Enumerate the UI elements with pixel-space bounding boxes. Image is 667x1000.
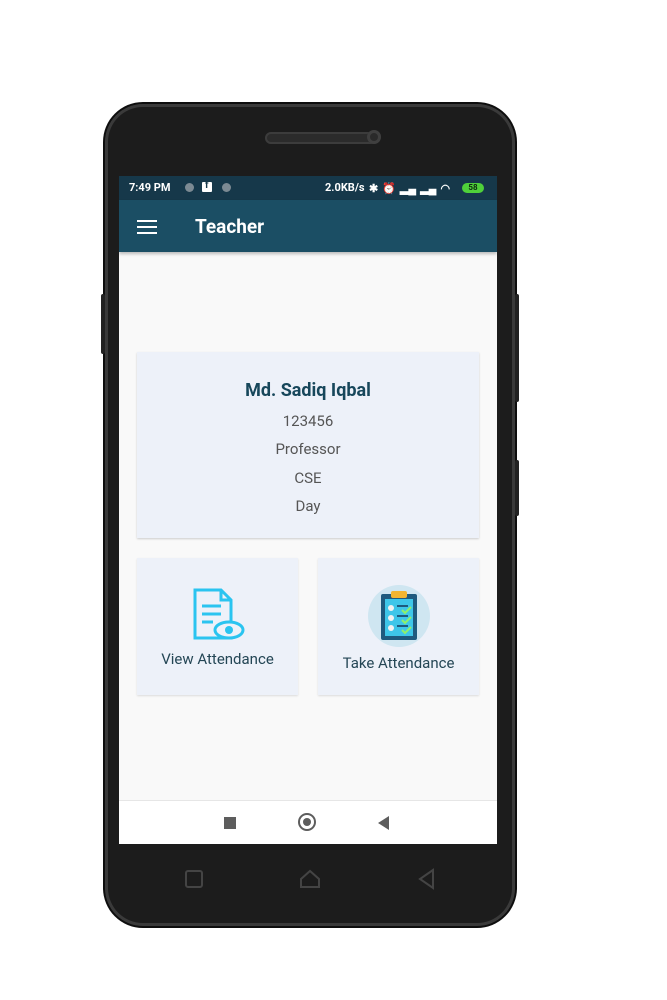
notification-dot-icon (222, 183, 231, 192)
front-camera (367, 130, 381, 144)
hardware-square-icon (185, 870, 203, 888)
clipboard-checklist-icon (368, 585, 430, 647)
recent-apps-square-icon[interactable] (224, 817, 236, 829)
phone-frame: 7:49 PM f 2.0KB/s ✱ ⏰ ▂▄ ▂▄ ◠ 58 Teacher… (101, 104, 519, 926)
back-triangle-icon[interactable] (378, 816, 389, 830)
signal-icon-2: ▂▄ (420, 181, 437, 195)
teacher-id: 123456 (282, 412, 334, 430)
teacher-shift: Day (295, 497, 321, 515)
notification-dot-icon (185, 183, 194, 192)
status-time: 7:49 PM (129, 181, 171, 194)
app-bar: Teacher (119, 200, 497, 252)
view-attendance-button[interactable]: View Attendance (137, 558, 298, 695)
android-nav-bar (119, 800, 497, 844)
bluetooth-icon: ✱ (369, 181, 379, 195)
profile-card: Md. Sadiq Iqbal 123456 Professor CSE Day (137, 352, 479, 538)
facebook-icon: f (202, 180, 212, 192)
hamburger-menu-icon[interactable] (137, 220, 157, 234)
side-button (515, 294, 519, 402)
teacher-name: Md. Sadiq Iqbal (245, 380, 371, 401)
alarm-icon: ⏰ (382, 181, 396, 195)
wifi-icon: ◠ (440, 181, 451, 195)
battery-icon: 58 (462, 183, 484, 193)
teacher-department: CSE (294, 469, 322, 487)
take-attendance-button[interactable]: Take Attendance (318, 558, 479, 695)
status-bar: 7:49 PM f 2.0KB/s ✱ ⏰ ▂▄ ▂▄ ◠ 58 (119, 176, 497, 200)
hardware-back-icon (418, 868, 434, 890)
teacher-designation: Professor (275, 440, 341, 458)
document-eye-icon (193, 588, 245, 640)
hardware-home-icon (300, 869, 320, 888)
view-attendance-label: View Attendance (161, 650, 274, 668)
page-title: Teacher (195, 215, 265, 238)
power-button (515, 460, 519, 516)
network-speed: 2.0KB/s (325, 181, 365, 194)
status-icons: ✱ ⏰ ▂▄ ▂▄ ◠ (369, 180, 450, 196)
volume-button (101, 294, 105, 354)
screen: 7:49 PM f 2.0KB/s ✱ ⏰ ▂▄ ▂▄ ◠ 58 Teacher… (119, 176, 497, 844)
home-circle-icon[interactable] (298, 813, 316, 831)
signal-icon: ▂▄ (399, 181, 417, 195)
take-attendance-label: Take Attendance (342, 654, 455, 672)
earpiece-speaker (265, 132, 377, 144)
